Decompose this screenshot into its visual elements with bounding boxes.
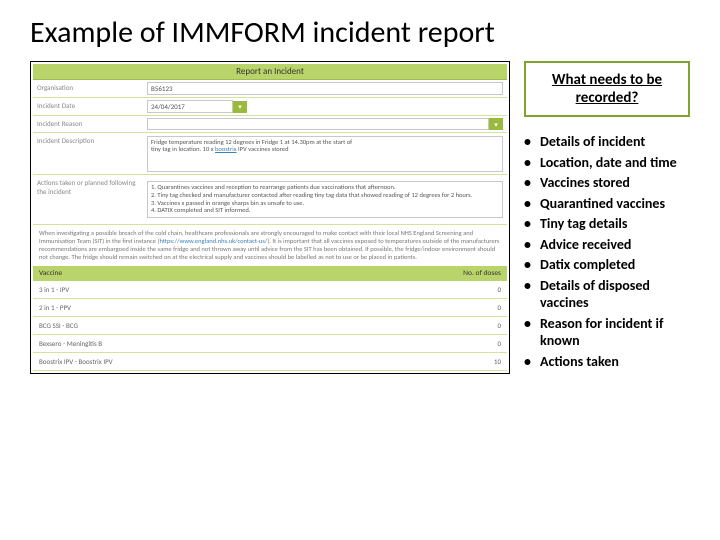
info-box: What needs to be recorded? — [524, 61, 690, 117]
list-item: •Datix completed — [524, 256, 690, 274]
chevron-down-icon[interactable]: ▾ — [489, 118, 503, 130]
table-row: Boostrix IPV - Boostrix IPV 10 — [33, 353, 507, 371]
list-item: •Reason for incident if known — [524, 315, 690, 350]
slide-title: Example of IMMFORM incident report — [0, 0, 720, 61]
date-picker-icon[interactable]: ▾ — [233, 101, 247, 113]
list-item: •Details of disposed vaccines — [524, 277, 690, 312]
incident-date-input[interactable]: 24/04/2017 — [147, 100, 233, 113]
table-row: BCG SSI - BCG 0 — [33, 317, 507, 335]
list-item: •Details of incident — [524, 133, 690, 151]
label-organisation: Organisation — [33, 80, 143, 97]
info-box-title: What needs to be recorded? — [536, 71, 678, 107]
form-screenshot: Report an Incident Organisation B56123 I… — [30, 61, 510, 374]
label-actions: Actions taken or planned following the i… — [33, 175, 143, 224]
form-guidance-note: When investigating a possible breach of … — [33, 225, 507, 266]
label-incident-date: Incident Date — [33, 98, 143, 115]
incident-reason-select[interactable] — [147, 118, 489, 130]
col-vaccine: Vaccine — [33, 266, 407, 281]
incident-description-textarea[interactable]: Fridge temperature reading 12 degrees in… — [147, 136, 503, 172]
list-item: •Quarantined vaccines — [524, 195, 690, 213]
organisation-input[interactable]: B56123 — [147, 82, 503, 95]
table-row: 3 in 1 - IPV 0 — [33, 281, 507, 299]
col-doses: No. of doses — [407, 266, 507, 281]
guidance-link[interactable]: https://www.england.nhs.uk/contact-us/ — [160, 237, 268, 245]
list-item: •Location, date and time — [524, 154, 690, 172]
list-item: •Vaccines stored — [524, 174, 690, 192]
list-item: •Tiny tag details — [524, 215, 690, 233]
form-banner: Report an Incident — [33, 64, 507, 80]
link-text: boostrix — [215, 145, 237, 153]
table-row: 2 in 1 - PPV 0 — [33, 299, 507, 317]
label-incident-description: Incident Description — [33, 133, 143, 174]
list-item: •Advice received — [524, 236, 690, 254]
label-incident-reason: Incident Reason — [33, 116, 143, 132]
list-item: •Actions taken — [524, 353, 690, 371]
table-row: Bexsero - Meningitis B 0 — [33, 335, 507, 353]
vaccine-table-header: Vaccine No. of doses — [33, 266, 507, 281]
actions-textarea[interactable]: 1. Quarantines vaccines and reception to… — [147, 181, 503, 218]
info-bullet-list: •Details of incident •Location, date and… — [524, 133, 690, 370]
